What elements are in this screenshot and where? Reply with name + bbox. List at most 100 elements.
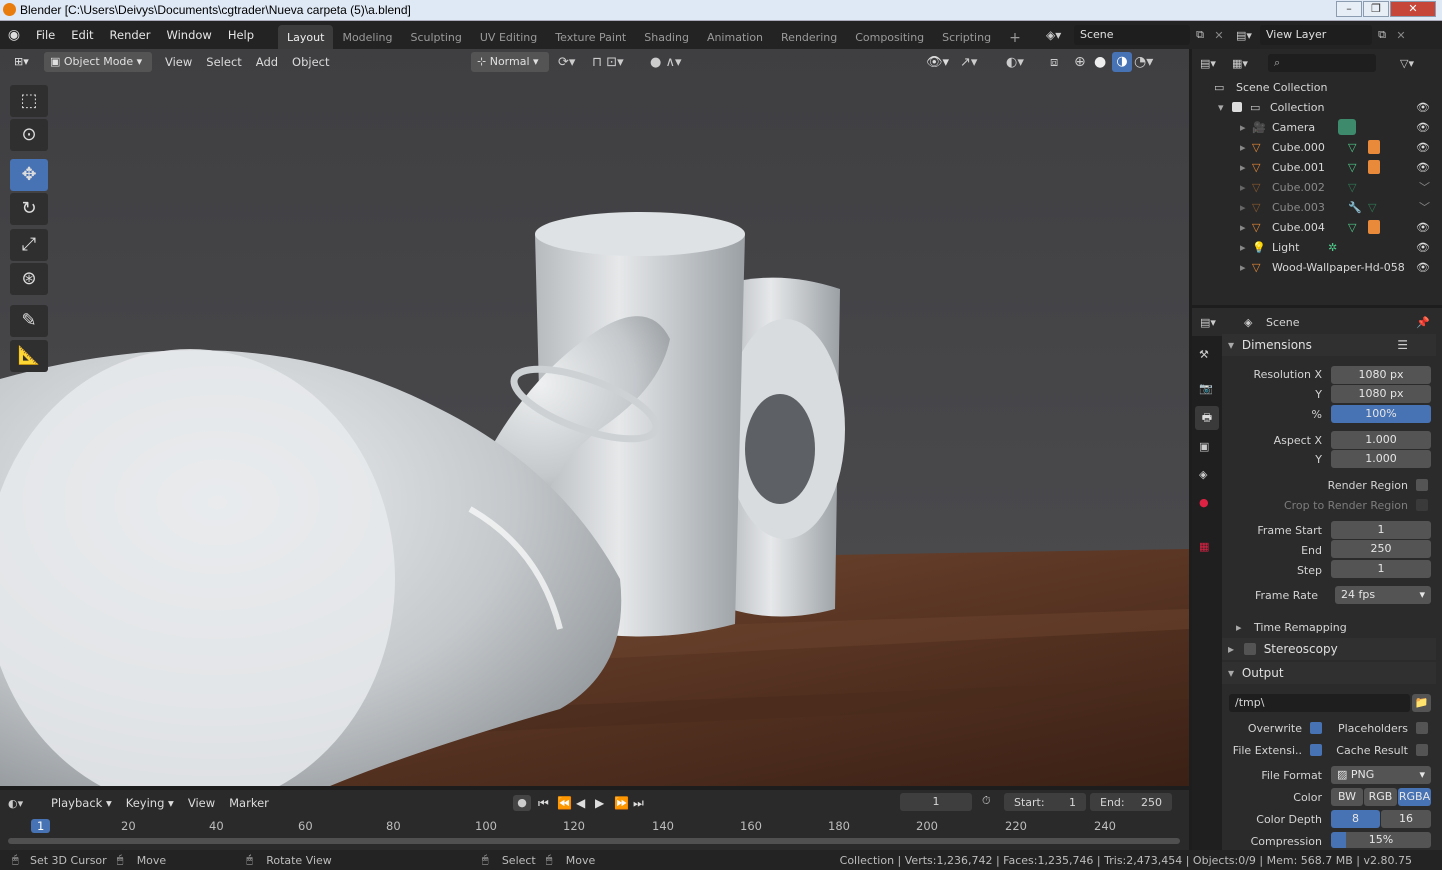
material-icon[interactable]	[1368, 160, 1380, 174]
add-workspace-icon[interactable]: +	[1000, 25, 1030, 49]
frame-start-field[interactable]: 1	[1331, 521, 1431, 539]
menu-window[interactable]: Window	[158, 21, 219, 49]
crop-region-checkbox[interactable]	[1416, 499, 1428, 511]
eye-icon[interactable]: 👁	[1416, 101, 1430, 114]
scale-tool-icon[interactable]: ⤢	[10, 229, 48, 261]
scene-collection-label[interactable]: Scene Collection	[1236, 81, 1327, 94]
menu-object[interactable]: Object	[285, 55, 336, 69]
color-depth-8-button[interactable]: 8	[1331, 810, 1380, 828]
camera-data-icon[interactable]	[1338, 119, 1356, 135]
eye-closed-icon[interactable]: ﹀	[1419, 199, 1430, 215]
timeline-editor-icon[interactable]: ◐▾	[8, 797, 44, 810]
output-panel-header[interactable]: ▾ Output	[1222, 662, 1436, 684]
properties-editor-icon[interactable]: ▤▾	[1200, 316, 1244, 329]
overlay-icon[interactable]: ◐▾	[1006, 55, 1024, 70]
measure-tool-icon[interactable]: 📐	[10, 340, 48, 372]
menu-add[interactable]: Add	[249, 55, 285, 69]
cursor-tool-icon[interactable]: ⊙	[10, 119, 48, 151]
collection-checkbox[interactable]	[1232, 102, 1242, 112]
timeline-scrollbar[interactable]	[8, 838, 1180, 844]
jump-start-icon[interactable]: ⏮	[538, 796, 557, 811]
eye-icon[interactable]: 👁	[1416, 261, 1430, 274]
menu-render[interactable]: Render	[102, 21, 159, 49]
scene-tab-icon[interactable]: ◈	[1199, 468, 1207, 481]
keying-menu[interactable]: Keying ▾	[119, 796, 181, 810]
material-icon[interactable]	[1368, 220, 1380, 234]
eye-icon[interactable]: 👁	[1416, 121, 1430, 134]
tab-rendering[interactable]: Rendering	[772, 25, 846, 49]
collection-label[interactable]: Collection	[1270, 101, 1324, 114]
stopwatch-icon[interactable]: ⏱	[982, 794, 991, 808]
play-icon[interactable]: ▶	[595, 796, 614, 810]
new-scene-icon[interactable]: ⧉	[1190, 28, 1210, 42]
compression-slider[interactable]: 15%	[1331, 832, 1431, 848]
placeholders-checkbox[interactable]	[1416, 722, 1428, 734]
record-icon[interactable]: ●	[513, 795, 531, 811]
tab-shading[interactable]: Shading	[635, 25, 698, 49]
xray-icon[interactable]: ⧈	[1050, 55, 1058, 70]
mesh-data-icon[interactable]: ▽	[1348, 141, 1356, 154]
frame-end-field[interactable]: 250	[1331, 540, 1431, 558]
menu-help[interactable]: Help	[220, 21, 262, 49]
time-remapping-subpanel[interactable]: ▸ Time Remapping	[1236, 619, 1347, 635]
tab-layout[interactable]: Layout	[278, 25, 334, 49]
light-data-icon[interactable]: ✲	[1328, 241, 1337, 254]
mesh-data-icon[interactable]: ▽	[1348, 221, 1356, 234]
scene-name-field[interactable]: Scene	[1074, 25, 1190, 45]
stereoscopy-panel-header[interactable]: ▸ Stereoscopy	[1222, 638, 1436, 660]
visibility-icon[interactable]: 👁▾	[926, 55, 949, 70]
mode-dropdown[interactable]: ▣ Object Mode ▾	[44, 52, 152, 72]
end-frame-field[interactable]: End: 250	[1090, 793, 1172, 811]
annotate-tool-icon[interactable]: ✎	[10, 305, 48, 337]
shading-solid-icon[interactable]: ●	[1094, 54, 1106, 70]
eye-closed-icon[interactable]: ﹀	[1419, 179, 1430, 195]
transform-tool-icon[interactable]: ⊛	[10, 263, 48, 295]
stereoscopy-checkbox[interactable]	[1243, 643, 1256, 655]
current-frame-marker[interactable]: 1	[31, 819, 51, 833]
move-tool-icon[interactable]: ✥	[10, 159, 48, 191]
frame-rate-dropdown[interactable]: 24 fps ▾	[1335, 586, 1431, 604]
jump-end-icon[interactable]: ⏭	[633, 796, 652, 811]
mesh-data-icon[interactable]: ▽	[1368, 201, 1376, 214]
modifier-wrench-icon[interactable]: 🔧	[1348, 201, 1362, 214]
orientation-dropdown[interactable]: ⊹ Normal ▾	[471, 52, 549, 72]
tab-texture-paint[interactable]: Texture Paint	[546, 25, 635, 49]
outliner-search-input[interactable]: ⌕	[1268, 54, 1376, 72]
display-mode-icon[interactable]: ▦▾	[1232, 57, 1268, 70]
timeline-view-menu[interactable]: View	[181, 796, 222, 810]
output-path-input[interactable]: /tmp\	[1229, 694, 1410, 712]
file-extensions-checkbox[interactable]	[1310, 744, 1322, 756]
shading-wireframe-icon[interactable]: ⊕	[1074, 54, 1086, 70]
resolution-y-field[interactable]: 1080 px	[1331, 385, 1431, 403]
tab-compositing[interactable]: Compositing	[846, 25, 933, 49]
filter-icon[interactable]: ▽▾	[1400, 57, 1414, 70]
folder-browse-icon[interactable]: 📁	[1412, 694, 1431, 712]
outliner-row-wood[interactable]: ▸ ▽ Wood-Wallpaper-Hd-058 👁	[1192, 257, 1442, 277]
tab-uv-editing[interactable]: UV Editing	[471, 25, 546, 49]
color-bw-button[interactable]: BW	[1331, 788, 1363, 806]
blender-menu-icon[interactable]: ◉	[0, 27, 28, 43]
texture-tab-icon[interactable]: ▦	[1199, 540, 1209, 553]
3d-viewport[interactable]	[0, 49, 1189, 786]
new-view-layer-icon[interactable]: ⧉	[1372, 28, 1392, 42]
overwrite-checkbox[interactable]	[1310, 722, 1322, 734]
playback-menu[interactable]: Playback ▾	[44, 796, 119, 810]
editor-type-icon[interactable]: ⊞▾	[8, 52, 40, 72]
shading-material-icon[interactable]: ◑	[1112, 52, 1132, 72]
outliner-row-cube-000[interactable]: ▸ ▽ Cube.000 ▽ 👁	[1192, 137, 1442, 157]
eye-icon[interactable]: 👁	[1416, 241, 1430, 254]
minimize-button[interactable]: –	[1336, 1, 1362, 17]
outliner-row-cube-004[interactable]: ▸ ▽ Cube.004 ▽ 👁	[1192, 217, 1442, 237]
color-depth-16-button[interactable]: 16	[1381, 810, 1431, 828]
outliner-row-cube-003[interactable]: ▸ ▽ Cube.003 🔧 ▽ ﹀	[1192, 197, 1442, 217]
start-frame-field[interactable]: Start: 1	[1004, 793, 1086, 811]
color-rgba-button[interactable]: RGBA	[1398, 788, 1431, 806]
current-frame-field[interactable]: 1	[900, 793, 972, 811]
tool-tab-icon[interactable]: ⚒	[1199, 348, 1209, 361]
dimensions-panel-header[interactable]: ▾ Dimensions ☰	[1222, 334, 1436, 356]
menu-file[interactable]: File	[28, 21, 63, 49]
mesh-data-icon[interactable]: ▽	[1348, 161, 1356, 174]
menu-select[interactable]: Select	[199, 55, 248, 69]
eye-icon[interactable]: 👁	[1416, 221, 1430, 234]
outliner-row-light[interactable]: ▸ 💡 Light ✲ 👁	[1192, 237, 1442, 257]
